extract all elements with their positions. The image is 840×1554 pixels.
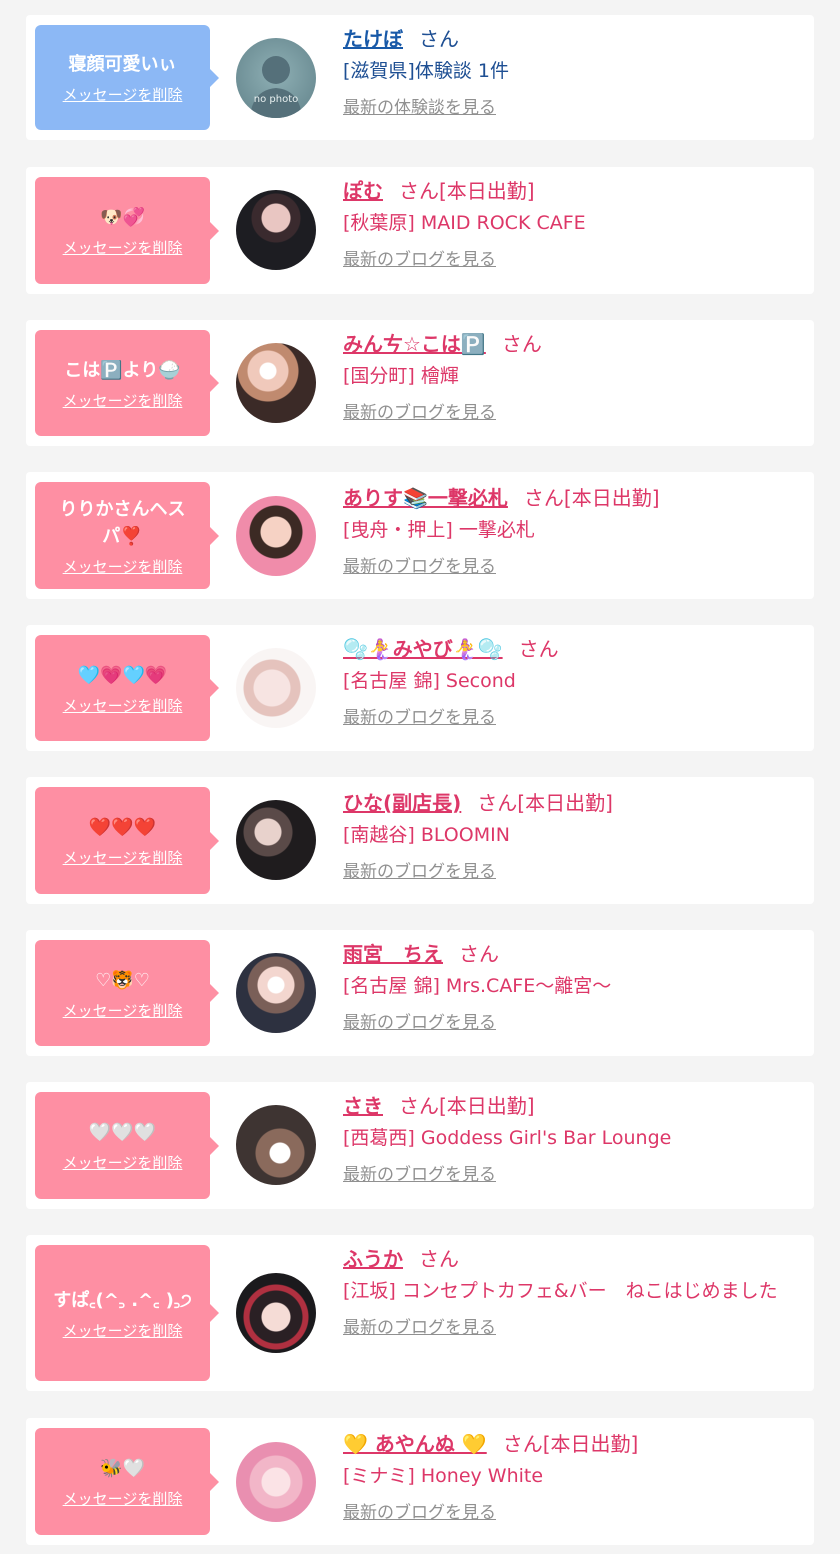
delete-message-link[interactable]: メッセージを削除 xyxy=(63,1002,183,1020)
delete-message-link[interactable]: メッセージを削除 xyxy=(63,849,183,867)
message-bubble: ❤️❤️❤️ メッセージを削除 xyxy=(35,787,219,894)
shop-info: [名古屋 錦] Mrs.CAFE〜離宮〜 xyxy=(343,975,612,997)
latest-review-link[interactable]: 最新の体験談を見る xyxy=(343,97,796,119)
person-silhouette-icon: no photo xyxy=(250,56,302,118)
name-suffix: さん xyxy=(501,332,542,356)
shop-info: [名古屋 錦] Second xyxy=(343,670,516,692)
message-text: 🩵💗🩵💗 xyxy=(77,664,168,686)
delete-message-link[interactable]: メッセージを削除 xyxy=(63,697,183,715)
shop-info: [西葛西] Goddess Girl's Bar Lounge xyxy=(343,1127,672,1149)
name-suffix: さん[本日出勤] xyxy=(399,1094,535,1118)
avatar[interactable] xyxy=(236,800,316,880)
delete-message-link[interactable]: メッセージを削除 xyxy=(63,392,183,410)
delete-message-link[interactable]: メッセージを削除 xyxy=(63,86,183,104)
delete-message-link[interactable]: メッセージを削除 xyxy=(63,1154,183,1172)
message-bubble: 🐶💞 メッセージを削除 xyxy=(35,177,219,284)
latest-blog-link[interactable]: 最新のブログを見る xyxy=(343,556,796,578)
latest-blog-link[interactable]: 最新のブログを見る xyxy=(343,1012,796,1034)
avatar[interactable] xyxy=(236,1273,316,1353)
avatar[interactable] xyxy=(236,190,316,270)
list-item: ♡🐯♡ メッセージを削除 雨宮 ちえ さん [名古屋 錦] Mrs.CAFE〜離宮… xyxy=(26,930,814,1056)
message-text: 🐶💞 xyxy=(100,207,145,228)
shop-info: [南越谷] BLOOMIN xyxy=(343,824,510,846)
shop-info: [ミナミ] Honey White xyxy=(343,1465,544,1487)
shop-info: [国分町] 檜輝 xyxy=(343,365,459,387)
latest-blog-link[interactable]: 最新のブログを見る xyxy=(343,861,796,883)
name-suffix: さん[本日出勤] xyxy=(502,1432,639,1456)
user-name-link[interactable]: 🫧🧜‍♀️みやび🧜‍♀️🫧 xyxy=(343,637,503,661)
message-text: ♡🐯♡ xyxy=(95,969,150,991)
avatar[interactable] xyxy=(236,648,316,728)
avatar[interactable] xyxy=(236,953,316,1033)
user-name-link[interactable]: さき xyxy=(343,1094,383,1118)
user-name-link[interactable]: みんㄘ☆こは🅿️ xyxy=(343,332,486,356)
list-item: 寝顔可愛いぃ メッセージを削除 no photo たけぼ さん [滋賀県]体験談 … xyxy=(26,15,814,140)
name-suffix: さん xyxy=(419,1247,459,1271)
avatar[interactable] xyxy=(236,496,316,576)
message-bubble: こは🅿️より🍚 メッセージを削除 xyxy=(35,330,219,436)
avatar[interactable]: no photo xyxy=(236,38,316,118)
shop-info: [滋賀県]体験談 1件 xyxy=(343,60,509,82)
name-suffix: さん[本日出勤] xyxy=(523,486,660,510)
latest-blog-link[interactable]: 最新のブログを見る xyxy=(343,1164,796,1186)
user-name-link[interactable]: 💛 あやんぬ 💛 xyxy=(343,1432,487,1456)
latest-blog-link[interactable]: 最新のブログを見る xyxy=(343,1502,796,1524)
delete-message-link[interactable]: メッセージを削除 xyxy=(63,239,183,257)
user-name-link[interactable]: ひな(副店長) xyxy=(343,791,461,815)
avatar[interactable] xyxy=(236,1105,316,1185)
shop-info: [江坂] コンセプトカフェ&バー ねこはじめました xyxy=(343,1280,778,1302)
name-suffix: さん[本日出勤] xyxy=(399,179,535,203)
list-item: 🩵💗🩵💗 メッセージを削除 🫧🧜‍♀️みやび🧜‍♀️🫧 さん [名古屋 錦] Se… xyxy=(26,625,814,751)
message-bubble: りりかさんヘスパ❣️ メッセージを削除 xyxy=(35,482,219,589)
name-suffix: さん[本日出勤] xyxy=(477,791,613,815)
user-name-link[interactable]: 雨宮 ちえ xyxy=(343,942,443,966)
delete-message-link[interactable]: メッセージを削除 xyxy=(63,1490,183,1508)
delete-message-link[interactable]: メッセージを削除 xyxy=(63,558,183,576)
message-bubble: すぱ꜀(^꜆ .^꜀ )꜆੭ メッセージを削除 xyxy=(35,1245,219,1381)
message-text: すぱ꜀(^꜆ .^꜀ )꜆੭ xyxy=(53,1289,192,1311)
shop-info: [秋葉原] MAID ROCK CAFE xyxy=(343,212,586,234)
latest-blog-link[interactable]: 最新のブログを見る xyxy=(343,1317,796,1339)
avatar[interactable] xyxy=(236,343,316,423)
list-item: ❤️❤️❤️ メッセージを削除 ひな(副店長) さん[本日出勤] [南越谷] BL… xyxy=(26,777,814,904)
list-item: 🐝🤍 メッセージを削除 💛 あやんぬ 💛 さん[本日出勤] [ミナミ] Honey… xyxy=(26,1418,814,1545)
list-item: りりかさんヘスパ❣️ メッセージを削除 ありす📚一撃必札 さん[本日出勤] [曳舟… xyxy=(26,472,814,599)
list-item: すぱ꜀(^꜆ .^꜀ )꜆੭ メッセージを削除 ふうか さん [江坂] コンセプト… xyxy=(26,1235,814,1391)
latest-blog-link[interactable]: 最新のブログを見る xyxy=(343,249,796,271)
latest-blog-link[interactable]: 最新のブログを見る xyxy=(343,402,796,424)
message-text: ❤️❤️❤️ xyxy=(88,817,157,838)
message-text: 🤍🤍🤍 xyxy=(88,1122,157,1143)
latest-blog-link[interactable]: 最新のブログを見る xyxy=(343,707,796,729)
list-item: こは🅿️より🍚 メッセージを削除 みんㄘ☆こは🅿️ さん [国分町] 檜輝 最新の… xyxy=(26,320,814,446)
list-item: 🤍🤍🤍 メッセージを削除 さき さん[本日出勤] [西葛西] Goddess Gi… xyxy=(26,1082,814,1209)
delete-message-link[interactable]: メッセージを削除 xyxy=(63,1322,183,1340)
no-photo-label: no photo xyxy=(254,94,298,105)
message-text: こは🅿️より🍚 xyxy=(64,359,181,381)
user-name-link[interactable]: ありす📚一撃必札 xyxy=(343,486,508,510)
message-bubble: 🐝🤍 メッセージを削除 xyxy=(35,1428,219,1535)
message-bubble: 寝顔可愛いぃ メッセージを削除 xyxy=(35,25,219,130)
message-bubble: ♡🐯♡ メッセージを削除 xyxy=(35,940,219,1046)
avatar[interactable] xyxy=(236,1442,316,1522)
name-suffix: さん xyxy=(459,942,499,966)
list-item: 🐶💞 メッセージを削除 ぽむ さん[本日出勤] [秋葉原] MAID ROCK C… xyxy=(26,167,814,294)
user-name-link[interactable]: ふうか xyxy=(343,1247,403,1271)
user-name-link[interactable]: たけぼ xyxy=(343,27,403,51)
message-text: りりかさんヘスパ❣️ xyxy=(59,498,186,547)
message-bubble: 🩵💗🩵💗 メッセージを削除 xyxy=(35,635,219,741)
shop-info: [曳舟・押上] 一撃必札 xyxy=(343,519,535,541)
name-suffix: さん xyxy=(518,637,559,661)
message-text: 寝顔可愛いぃ xyxy=(68,54,177,75)
message-bubble: 🤍🤍🤍 メッセージを削除 xyxy=(35,1092,219,1199)
message-text: 🐝🤍 xyxy=(100,1458,145,1479)
name-suffix: さん xyxy=(419,27,459,51)
user-name-link[interactable]: ぽむ xyxy=(343,179,383,203)
